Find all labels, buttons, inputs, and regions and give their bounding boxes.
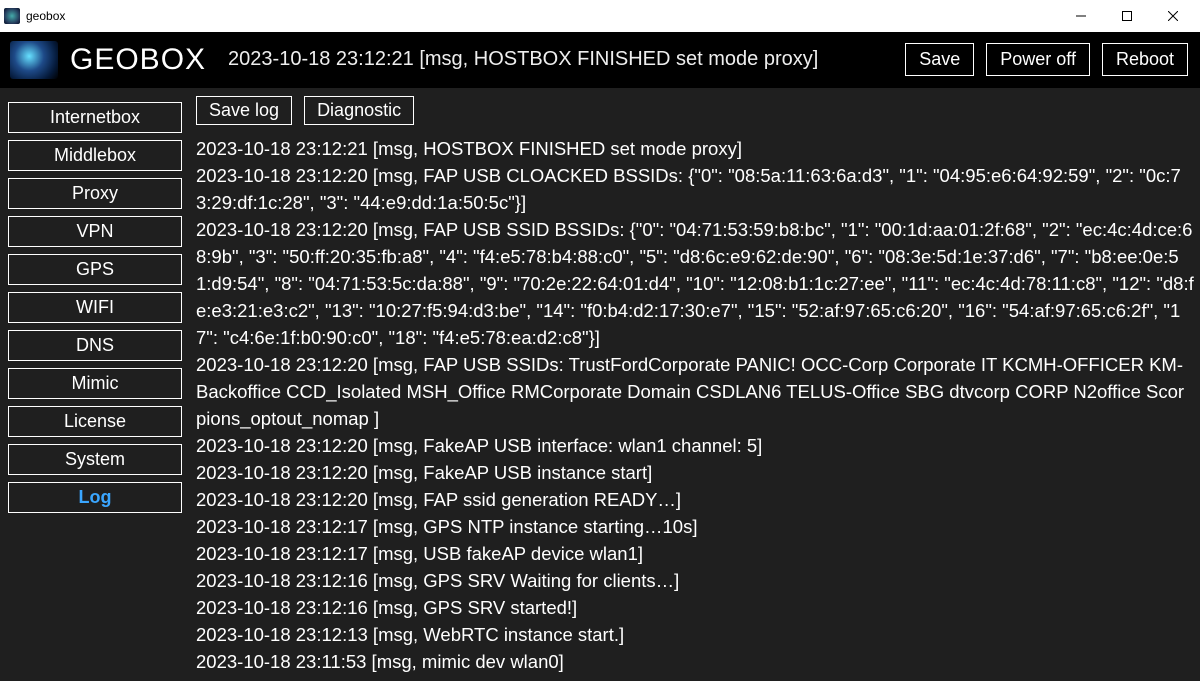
power-off-button[interactable]: Power off [986,43,1090,76]
main-content: Save log Diagnostic 2023-10-18 23:12:21 … [190,88,1200,681]
log-toolbar: Save log Diagnostic [196,96,1194,125]
sidebar-item-internetbox[interactable]: Internetbox [8,102,182,133]
log-line: 2023-10-18 23:12:20 [msg, FAP USB SSID B… [196,216,1194,351]
log-line: 2023-10-18 23:12:13 [msg, WebRTC instanc… [196,621,1194,648]
diagnostic-button[interactable]: Diagnostic [304,96,414,125]
log-line: 2023-10-18 23:12:20 [msg, FAP USB CLOACK… [196,162,1194,216]
log-line: 2023-10-18 23:12:17 [msg, GPS NTP instan… [196,513,1194,540]
save-log-button[interactable]: Save log [196,96,292,125]
sidebar-item-system[interactable]: System [8,444,182,475]
log-line: 2023-10-18 23:12:20 [msg, FakeAP USB ins… [196,459,1194,486]
sidebar-item-dns[interactable]: DNS [8,330,182,361]
window-titlebar: geobox [0,0,1200,32]
log-line: 2023-10-18 23:12:21 [msg, HOSTBOX FINISH… [196,135,1194,162]
log-line: 2023-10-18 23:12:16 [msg, GPS SRV Waitin… [196,567,1194,594]
reboot-button[interactable]: Reboot [1102,43,1188,76]
close-button[interactable] [1150,0,1196,32]
app-body: Internetbox Middlebox Proxy VPN GPS WIFI… [0,88,1200,681]
header-status: 2023-10-18 23:12:21 [msg, HOSTBOX FINISH… [228,48,893,71]
sidebar-item-wifi[interactable]: WIFI [8,292,182,323]
sidebar-item-middlebox[interactable]: Middlebox [8,140,182,171]
sidebar-item-mimic[interactable]: Mimic [8,368,182,399]
sidebar-item-license[interactable]: License [8,406,182,437]
sidebar-item-vpn[interactable]: VPN [8,216,182,247]
app-brand: GEOBOX [70,43,206,77]
log-line: 2023-10-18 23:12:16 [msg, GPS SRV starte… [196,594,1194,621]
sidebar: Internetbox Middlebox Proxy VPN GPS WIFI… [0,88,190,681]
log-output[interactable]: 2023-10-18 23:12:21 [msg, HOSTBOX FINISH… [196,135,1194,675]
sidebar-item-gps[interactable]: GPS [8,254,182,285]
log-line: 2023-10-18 23:12:20 [msg, FAP ssid gener… [196,486,1194,513]
log-line: 2023-10-18 23:12:20 [msg, FakeAP USB int… [196,432,1194,459]
sidebar-item-log[interactable]: Log [8,482,182,513]
maximize-button[interactable] [1104,0,1150,32]
app-window: GEOBOX 2023-10-18 23:12:21 [msg, HOSTBOX… [0,32,1200,681]
window-title: geobox [26,9,65,23]
logo-icon [10,41,58,79]
log-line: 2023-10-18 23:12:20 [msg, FAP USB SSIDs:… [196,351,1194,432]
log-line: 2023-10-18 23:12:17 [msg, USB fakeAP dev… [196,540,1194,567]
sidebar-item-proxy[interactable]: Proxy [8,178,182,209]
app-icon [4,8,20,24]
app-header: GEOBOX 2023-10-18 23:12:21 [msg, HOSTBOX… [0,32,1200,88]
save-button[interactable]: Save [905,43,974,76]
log-line: 2023-10-18 23:11:53 [msg, mimic dev wlan… [196,648,1194,675]
minimize-button[interactable] [1058,0,1104,32]
